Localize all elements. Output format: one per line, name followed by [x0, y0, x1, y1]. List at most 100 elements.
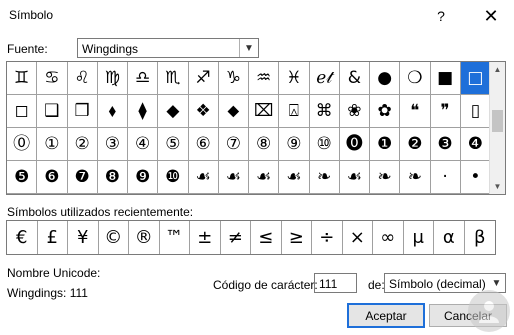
- recent-symbol-cell[interactable]: ∞: [373, 221, 404, 254]
- title-bar: Símbolo ? ✕: [0, 0, 514, 32]
- symbol-cell[interactable]: ♑: [218, 62, 249, 95]
- recent-symbol-cell[interactable]: β: [465, 221, 496, 254]
- symbol-cell[interactable]: ②: [67, 128, 98, 161]
- recent-symbol-cell[interactable]: ¥: [68, 221, 99, 254]
- symbol-cell[interactable]: ⓪: [7, 128, 38, 161]
- symbol-cell[interactable]: ⓿: [339, 128, 370, 161]
- symbol-cell[interactable]: ③: [97, 128, 128, 161]
- recent-symbol-cell[interactable]: ™: [160, 221, 190, 254]
- symbol-grid: ♊ ♋ ♌ ♍ ♎ ♏ ♐ ♑ ♒ ♓ ℯ𝓉 & ● ❍ ■ □ ◻ ❑ ❒ ⬧ ⧫ ◆ ❖ ⬥ ⌧ ⍓ ⌘ ❀ ✿ ❝ ❞ ▯ ⓪ ① ② ③ ④ ⑤ ⑥…: [6, 61, 506, 195]
- recent-symbols-label: Símbolos utilizados recientemente:: [7, 205, 194, 219]
- symbol-cell[interactable]: ◆: [158, 95, 189, 128]
- recent-symbol-cell[interactable]: ×: [343, 221, 373, 254]
- font-select[interactable]: Wingdings ▼: [77, 38, 259, 58]
- charcode-label: Código de carácter:: [213, 278, 318, 292]
- symbol-grid-cells: ♊ ♋ ♌ ♍ ♎ ♏ ♐ ♑ ♒ ♓ ℯ𝓉 & ● ❍ ■ □ ◻ ❑ ❒ ⬧ ⧫ ◆ ❖ ⬥ ⌧ ⍓ ⌘ ❀ ✿ ❝ ❞ ▯ ⓪ ① ② ③ ④ ⑤ ⑥…: [7, 62, 491, 194]
- symbol-cell[interactable]: ①: [37, 128, 68, 161]
- symbol-cell[interactable]: ♒: [249, 62, 280, 95]
- recent-symbol-cell[interactable]: ≥: [282, 221, 312, 254]
- symbol-cell[interactable]: ⬥: [218, 95, 249, 128]
- symbol-cell[interactable]: ❻: [37, 161, 68, 194]
- symbol-cell[interactable]: ❼: [67, 161, 98, 194]
- from-label: de:: [368, 278, 385, 292]
- symbol-cell[interactable]: ⌧: [249, 95, 280, 128]
- symbol-cell[interactable]: ④: [128, 128, 159, 161]
- symbol-cell[interactable]: ♌: [67, 62, 98, 95]
- symbol-cell[interactable]: ▯: [460, 95, 491, 128]
- scroll-down-icon[interactable]: ▼: [490, 179, 505, 194]
- symbol-cell[interactable]: ⬧: [97, 95, 128, 128]
- recent-symbol-cell[interactable]: ®: [129, 221, 160, 254]
- symbol-cell[interactable]: ❀: [339, 95, 370, 128]
- close-button[interactable]: ✕: [468, 0, 514, 32]
- symbol-cell[interactable]: ☙: [339, 161, 370, 194]
- recent-symbol-cell[interactable]: ≤: [251, 221, 282, 254]
- symbol-cell[interactable]: ♎: [128, 62, 159, 95]
- symbol-cell[interactable]: ❧: [309, 161, 340, 194]
- scroll-thumb[interactable]: [492, 110, 503, 132]
- symbol-cell[interactable]: ⑨: [279, 128, 310, 161]
- symbol-cell[interactable]: ⑥: [188, 128, 219, 161]
- symbol-cell[interactable]: ❽: [97, 161, 128, 194]
- help-button[interactable]: ?: [418, 0, 464, 32]
- symbol-cell[interactable]: ☙: [188, 161, 219, 194]
- symbol-cell[interactable]: ☙: [279, 161, 310, 194]
- symbol-cell[interactable]: ❞: [430, 95, 461, 128]
- symbol-cell[interactable]: □: [460, 62, 491, 95]
- symbol-cell[interactable]: ❸: [430, 128, 461, 161]
- symbol-cell[interactable]: ⑧: [249, 128, 280, 161]
- recent-symbol-cell[interactable]: ÷: [312, 221, 343, 254]
- recent-symbol-cell[interactable]: ±: [190, 221, 221, 254]
- symbol-cell[interactable]: ❶: [370, 128, 401, 161]
- symbol-cell[interactable]: ❧: [400, 161, 431, 194]
- symbol-cell[interactable]: ♓: [279, 62, 310, 95]
- symbol-cell[interactable]: ❍: [400, 62, 431, 95]
- recent-symbol-cell[interactable]: ≠: [221, 221, 251, 254]
- unicode-name-value: Wingdings: 111: [7, 286, 88, 300]
- symbol-cell[interactable]: ✿: [370, 95, 401, 128]
- symbol-cell[interactable]: ♐: [188, 62, 219, 95]
- symbol-cell[interactable]: ♏: [158, 62, 189, 95]
- symbol-cell[interactable]: ❷: [400, 128, 431, 161]
- symbol-cell[interactable]: ❖: [188, 95, 219, 128]
- grid-scrollbar[interactable]: ▲ ▼: [489, 62, 505, 194]
- symbol-cell[interactable]: ♍: [97, 62, 128, 95]
- symbol-cell[interactable]: ⑩: [309, 128, 340, 161]
- charcode-input[interactable]: 111: [314, 273, 357, 293]
- font-select-value: Wingdings: [82, 42, 139, 56]
- chevron-down-icon[interactable]: ▼: [239, 39, 258, 57]
- symbol-cell[interactable]: ⌘: [309, 95, 340, 128]
- recent-symbol-cell[interactable]: ©: [99, 221, 129, 254]
- from-select-value: Símbolo (decimal): [389, 277, 486, 291]
- symbol-cell[interactable]: ♊: [7, 62, 38, 95]
- symbol-cell[interactable]: ⍓: [279, 95, 310, 128]
- symbol-cell[interactable]: ●: [370, 62, 401, 95]
- symbol-cell[interactable]: ℯ𝓉: [309, 62, 340, 95]
- symbol-cell[interactable]: ❧: [370, 161, 401, 194]
- symbol-cell[interactable]: ⧫: [128, 95, 159, 128]
- recent-symbol-cell[interactable]: €: [7, 221, 38, 254]
- symbol-cell[interactable]: ❝: [400, 95, 431, 128]
- recent-symbol-cell[interactable]: α: [434, 221, 465, 254]
- symbol-cell[interactable]: ❺: [7, 161, 38, 194]
- symbol-cell[interactable]: •: [460, 161, 491, 194]
- symbol-cell[interactable]: ❑: [37, 95, 68, 128]
- symbol-cell[interactable]: ❒: [67, 95, 98, 128]
- symbol-cell[interactable]: ◻: [7, 95, 38, 128]
- symbol-cell[interactable]: ❿: [158, 161, 189, 194]
- symbol-cell[interactable]: ·: [430, 161, 461, 194]
- symbol-cell[interactable]: ⑤: [158, 128, 189, 161]
- recent-symbol-cell[interactable]: £: [38, 221, 68, 254]
- symbol-cell[interactable]: ❾: [128, 161, 159, 194]
- symbol-cell[interactable]: &: [339, 62, 370, 95]
- accept-button[interactable]: Aceptar: [347, 303, 425, 328]
- symbol-cell[interactable]: ■: [430, 62, 461, 95]
- scroll-up-icon[interactable]: ▲: [490, 62, 505, 77]
- symbol-cell[interactable]: ☙: [249, 161, 280, 194]
- symbol-cell[interactable]: ⑦: [218, 128, 249, 161]
- symbol-cell[interactable]: ♋: [37, 62, 68, 95]
- symbol-cell[interactable]: ❹: [460, 128, 491, 161]
- recent-symbol-cell[interactable]: μ: [404, 221, 434, 254]
- symbol-cell[interactable]: ☙: [218, 161, 249, 194]
- window-title: Símbolo: [9, 8, 54, 22]
